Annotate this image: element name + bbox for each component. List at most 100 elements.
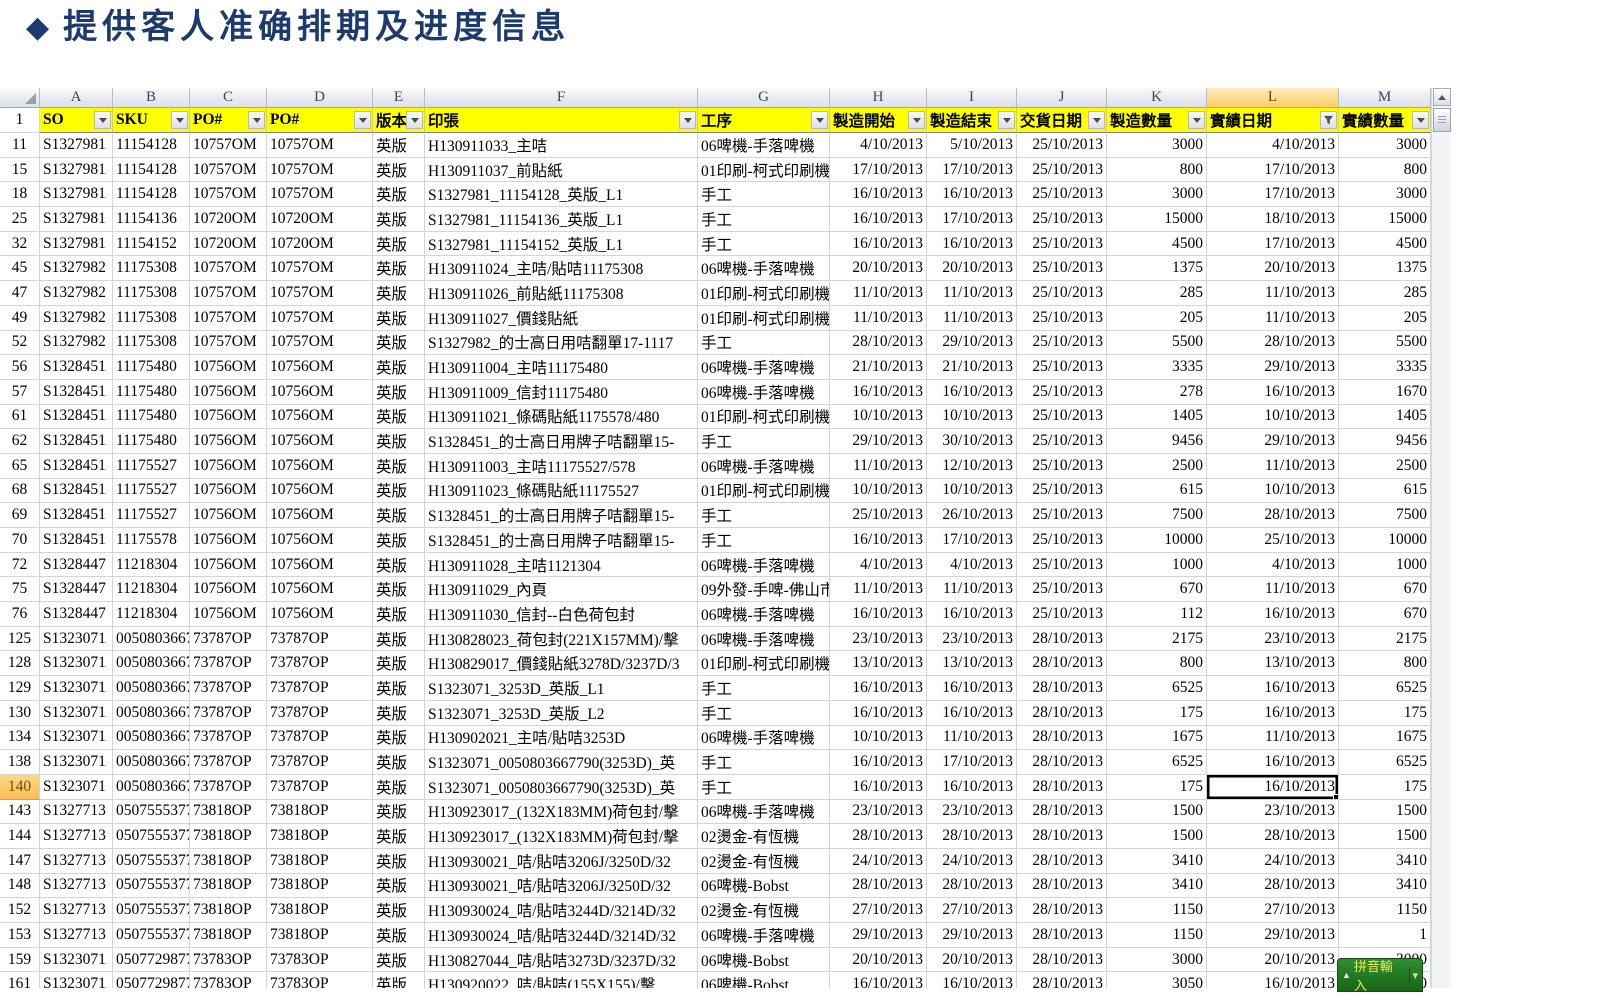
row-number-159[interactable]: 159 — [0, 948, 40, 973]
cell-M18[interactable]: 3000 — [1339, 182, 1431, 207]
cell-M143[interactable]: 1500 — [1339, 800, 1431, 825]
cell-K61[interactable]: 1405 — [1107, 405, 1207, 430]
cell-G65[interactable]: 06啤機-手落啤機 — [698, 454, 830, 479]
cell-H25[interactable]: 16/10/2013 — [830, 207, 927, 232]
cell-D128[interactable]: 73787OP — [267, 651, 373, 676]
cell-I25[interactable]: 17/10/2013 — [927, 207, 1017, 232]
cell-A143[interactable]: S1327713 — [40, 800, 113, 825]
cell-D11[interactable]: 10757OM — [267, 133, 373, 158]
cell-L72[interactable]: 4/10/2013 — [1207, 553, 1339, 578]
cell-A11[interactable]: S1327981 — [40, 133, 113, 158]
cell-D68[interactable]: 10756OM — [267, 479, 373, 504]
cell-F140[interactable]: S1323071_0050803667790(3253D)_英 — [425, 775, 698, 800]
cell-I47[interactable]: 11/10/2013 — [927, 281, 1017, 306]
cell-A47[interactable]: S1327982 — [40, 281, 113, 306]
cell-C138[interactable]: 73787OP — [190, 750, 267, 775]
cell-B62[interactable]: 11175480 — [113, 429, 190, 454]
cell-M134[interactable]: 1675 — [1339, 726, 1431, 751]
cell-H76[interactable]: 16/10/2013 — [830, 602, 927, 627]
cell-H152[interactable]: 27/10/2013 — [830, 898, 927, 923]
cell-I129[interactable]: 16/10/2013 — [927, 676, 1017, 701]
cell-B47[interactable]: 11175308 — [113, 281, 190, 306]
cell-I143[interactable]: 23/10/2013 — [927, 800, 1017, 825]
cell-I49[interactable]: 11/10/2013 — [927, 306, 1017, 331]
cell-H11[interactable]: 4/10/2013 — [830, 133, 927, 158]
cell-J159[interactable]: 28/10/2013 — [1017, 948, 1107, 973]
cell-E18[interactable]: 英版 — [373, 182, 425, 207]
cell-E25[interactable]: 英版 — [373, 207, 425, 232]
cell-L47[interactable]: 11/10/2013 — [1207, 281, 1339, 306]
cell-L152[interactable]: 27/10/2013 — [1207, 898, 1339, 923]
cell-G147[interactable]: 02燙金-有恆機 — [698, 849, 830, 874]
cell-A144[interactable]: S1327713 — [40, 824, 113, 849]
cell-K128[interactable]: 800 — [1107, 651, 1207, 676]
cell-L32[interactable]: 17/10/2013 — [1207, 232, 1339, 257]
cell-J125[interactable]: 28/10/2013 — [1017, 627, 1107, 652]
cell-M138[interactable]: 6525 — [1339, 750, 1431, 775]
cell-C72[interactable]: 10756OM — [190, 553, 267, 578]
cell-C45[interactable]: 10757OM — [190, 256, 267, 281]
cell-F65[interactable]: H130911003_主咭11175527/578 — [425, 454, 698, 479]
cell-A56[interactable]: S1328451 — [40, 355, 113, 380]
cell-I62[interactable]: 30/10/2013 — [927, 429, 1017, 454]
cell-M65[interactable]: 2500 — [1339, 454, 1431, 479]
cell-J129[interactable]: 28/10/2013 — [1017, 676, 1107, 701]
cell-F52[interactable]: S1327982_的士高日用咭翻單17-1117 — [425, 331, 698, 356]
filter-dropdown-icon[interactable] — [679, 111, 696, 129]
cell-K70[interactable]: 10000 — [1107, 528, 1207, 553]
cell-M144[interactable]: 1500 — [1339, 824, 1431, 849]
cell-E69[interactable]: 英版 — [373, 503, 425, 528]
cell-E61[interactable]: 英版 — [373, 405, 425, 430]
cell-D25[interactable]: 10720OM — [267, 207, 373, 232]
cell-J76[interactable]: 25/10/2013 — [1017, 602, 1107, 627]
cell-M130[interactable]: 175 — [1339, 701, 1431, 726]
cell-L125[interactable]: 23/10/2013 — [1207, 627, 1339, 652]
cell-D61[interactable]: 10756OM — [267, 405, 373, 430]
cell-F125[interactable]: H130828023_荷包封(221X157MM)/擊 — [425, 627, 698, 652]
cell-A65[interactable]: S1328451 — [40, 454, 113, 479]
cell-C128[interactable]: 73787OP — [190, 651, 267, 676]
cell-L65[interactable]: 11/10/2013 — [1207, 454, 1339, 479]
cell-M153[interactable]: 1 — [1339, 923, 1431, 948]
filter-dropdown-icon[interactable] — [811, 111, 828, 129]
cell-J32[interactable]: 25/10/2013 — [1017, 232, 1107, 257]
cell-C134[interactable]: 73787OP — [190, 726, 267, 751]
cell-M47[interactable]: 285 — [1339, 281, 1431, 306]
row-number-62[interactable]: 62 — [0, 429, 40, 454]
column-letter-L[interactable]: L — [1207, 88, 1339, 108]
cell-I148[interactable]: 28/10/2013 — [927, 874, 1017, 899]
cell-K75[interactable]: 670 — [1107, 577, 1207, 602]
cell-F61[interactable]: H130911021_條碼貼紙1175578/480 — [425, 405, 698, 430]
cell-L57[interactable]: 16/10/2013 — [1207, 380, 1339, 405]
cell-L76[interactable]: 16/10/2013 — [1207, 602, 1339, 627]
cell-E129[interactable]: 英版 — [373, 676, 425, 701]
cell-C65[interactable]: 10756OM — [190, 454, 267, 479]
cell-J153[interactable]: 28/10/2013 — [1017, 923, 1107, 948]
cell-L161[interactable]: 16/10/2013 — [1207, 972, 1339, 988]
cell-C47[interactable]: 10757OM — [190, 281, 267, 306]
cell-G161[interactable]: 06啤機-Bobst — [698, 972, 830, 988]
cell-H49[interactable]: 11/10/2013 — [830, 306, 927, 331]
row-number-129[interactable]: 129 — [0, 676, 40, 701]
cell-C32[interactable]: 10720OM — [190, 232, 267, 257]
cell-L49[interactable]: 11/10/2013 — [1207, 306, 1339, 331]
cell-D56[interactable]: 10756OM — [267, 355, 373, 380]
cell-C25[interactable]: 10720OM — [190, 207, 267, 232]
column-letter-J[interactable]: J — [1017, 88, 1107, 108]
cell-E140[interactable]: 英版 — [373, 775, 425, 800]
cell-J144[interactable]: 28/10/2013 — [1017, 824, 1107, 849]
cell-K47[interactable]: 285 — [1107, 281, 1207, 306]
cell-J65[interactable]: 25/10/2013 — [1017, 454, 1107, 479]
cell-B65[interactable]: 11175527 — [113, 454, 190, 479]
cell-L75[interactable]: 11/10/2013 — [1207, 577, 1339, 602]
cell-L61[interactable]: 10/10/2013 — [1207, 405, 1339, 430]
cell-L70[interactable]: 25/10/2013 — [1207, 528, 1339, 553]
cell-B159[interactable]: 05077298779 — [113, 948, 190, 973]
cell-E75[interactable]: 英版 — [373, 577, 425, 602]
cell-L143[interactable]: 23/10/2013 — [1207, 800, 1339, 825]
cell-H128[interactable]: 13/10/2013 — [830, 651, 927, 676]
cell-A52[interactable]: S1327982 — [40, 331, 113, 356]
cell-I69[interactable]: 26/10/2013 — [927, 503, 1017, 528]
cell-F144[interactable]: H130923017_(132X183MM)荷包封/擊 — [425, 824, 698, 849]
cell-F69[interactable]: S1328451_的士高日用牌子咭翻單15- — [425, 503, 698, 528]
